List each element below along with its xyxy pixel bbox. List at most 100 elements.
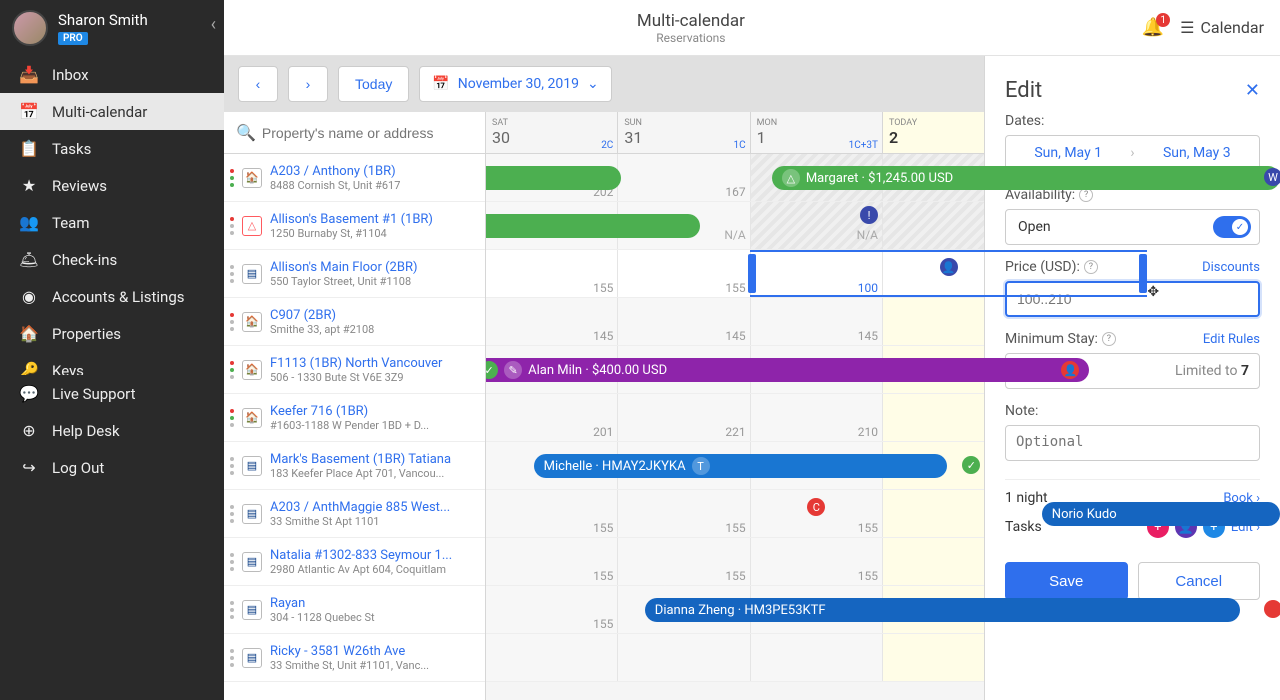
source-icon: 🏠 [242, 312, 262, 332]
selection-handle-right[interactable] [1139, 254, 1147, 293]
reservation-event[interactable]: ✓✎ Alan Miln · $400.00 USD 👤 [486, 358, 1089, 382]
property-address: 2980 Atlantic Av Apt 604, Coquitlam [270, 563, 477, 576]
sidebar-item-team[interactable]: 👥Team [0, 204, 224, 241]
selection-handle-left[interactable] [748, 254, 756, 293]
reservation-event[interactable]: Norio Kudo [1042, 502, 1280, 526]
sidebar-item-live-support[interactable]: 💬Live Support [0, 375, 224, 412]
calendar-cell[interactable]: 155 [618, 250, 750, 297]
drag-grip-icon[interactable]: ✥ [1147, 284, 1159, 300]
notifications-button[interactable]: 🔔1 [1142, 17, 1164, 38]
property-row[interactable]: ▤Rayan304 - 1128 Quebec St [224, 586, 485, 634]
price: 201 [593, 425, 613, 439]
source-icon: ▤ [242, 456, 262, 476]
panel-title: Edit [1005, 78, 1042, 103]
nav-icon: 🛎 [18, 250, 40, 269]
prev-button[interactable]: ‹ [238, 66, 278, 102]
source-icon: ▤ [242, 504, 262, 524]
sidebar-item-keys[interactable]: 🔑Keys [0, 352, 224, 375]
edit-rules-link[interactable]: Edit Rules [1203, 332, 1260, 347]
calendar-cell[interactable]: 221 [618, 394, 750, 441]
sidebar-item-log-out[interactable]: ↪Log Out [0, 449, 224, 486]
note-input[interactable] [1005, 425, 1260, 461]
sidebar-item-help-desk[interactable]: ⊕Help Desk [0, 412, 224, 449]
alert-icon: ! [860, 206, 878, 224]
sidebar-item-properties[interactable]: 🏠Properties [0, 315, 224, 352]
calendar-cell[interactable]: 155 [618, 538, 750, 585]
next-button[interactable]: › [288, 66, 328, 102]
property-row[interactable]: △Allison's Basement #1 (1BR)1250 Burnaby… [224, 202, 485, 250]
cancel-button[interactable]: Cancel [1138, 562, 1261, 600]
sidebar-item-tasks[interactable]: 📋Tasks [0, 130, 224, 167]
calendar-cell[interactable] [751, 634, 883, 681]
source-icon: ▤ [242, 552, 262, 572]
calendar-cell[interactable]: 155 [486, 586, 618, 633]
price: 155 [593, 521, 613, 535]
calendar-cell[interactable]: 155C [751, 490, 883, 537]
property-row[interactable]: ▤Allison's Main Floor (2BR)550 Taylor St… [224, 250, 485, 298]
reservation-event[interactable]: Michelle · HMAY2JKYKA T [534, 454, 947, 478]
nav-icon: 📋 [18, 139, 40, 158]
chevron-down-icon: ⌄ [587, 76, 599, 92]
calendar-cell[interactable]: 145 [618, 298, 750, 345]
calendar-icon: 📅 [432, 76, 449, 92]
sidebar-item-inbox[interactable]: 📥Inbox [0, 56, 224, 93]
calendar-cell[interactable]: 145 [486, 298, 618, 345]
price: 155 [858, 521, 878, 535]
sidebar-item-reviews[interactable]: ★Reviews [0, 167, 224, 204]
availability-toggle[interactable]: ✓ [1213, 216, 1251, 238]
calendar-cell[interactable] [618, 634, 750, 681]
day-header[interactable]: SUN311C [618, 112, 750, 153]
reservation-event[interactable]: Dianna Zheng · HM3PE53KTF [645, 598, 1241, 622]
calendar-cell[interactable]: N/A! [751, 202, 883, 249]
property-row[interactable]: 🏠C907 (2BR)Smithe 33, apt #2108 [224, 298, 485, 346]
calendar-cell[interactable] [486, 634, 618, 681]
calendar-cell[interactable]: 155 [618, 490, 750, 537]
calendar-cell[interactable]: 145 [751, 298, 883, 345]
calendar-cell[interactable]: 155 [486, 490, 618, 537]
property-title: A203 / Anthony (1BR) [270, 164, 477, 179]
calendar-cell[interactable]: 155 [486, 538, 618, 585]
day-header[interactable]: MON11C+3T [751, 112, 883, 153]
sidebar-item-accounts-listings[interactable]: ◉Accounts & Listings [0, 278, 224, 315]
property-row[interactable]: 🏠Keefer 716 (1BR)#1603-1188 W Pender 1BD… [224, 394, 485, 442]
price: 155 [725, 521, 745, 535]
discounts-link[interactable]: Discounts [1202, 260, 1260, 275]
property-address: 506 - 1330 Bute St V6E 3Z9 [270, 371, 477, 384]
help-icon[interactable]: ? [1102, 332, 1116, 346]
property-row[interactable]: 🏠F1113 (1BR) North Vancouver506 - 1330 B… [224, 346, 485, 394]
property-row[interactable]: ▤Mark's Basement (1BR) Tatiana183 Keefer… [224, 442, 485, 490]
calendar-cell[interactable]: 167 [618, 154, 750, 201]
reservation-event[interactable]: △ Margaret · $1,245.00 USD [772, 166, 1280, 190]
close-panel-button[interactable]: ✕ [1245, 80, 1260, 101]
alert-icon [1264, 600, 1280, 618]
calendar-cell[interactable]: 155 [751, 538, 883, 585]
price: 210 [858, 425, 878, 439]
property-address: 183 Keefer Place Apt 701, Vancou... [270, 467, 477, 480]
page-title: Multi-calendar [637, 11, 745, 31]
property-row[interactable]: ▤Natalia #1302-833 Seymour 1...2980 Atla… [224, 538, 485, 586]
help-icon[interactable]: ? [1079, 188, 1093, 202]
source-icon: ▤ [242, 600, 262, 620]
collapse-sidebar-button[interactable]: ‹ [211, 14, 216, 35]
nav-icon: 📅 [18, 102, 40, 121]
save-button[interactable]: Save [1005, 562, 1128, 600]
sidebar-item-check-ins[interactable]: 🛎Check-ins [0, 241, 224, 278]
date-picker[interactable]: 📅 November 30, 2019 ⌄ [419, 66, 611, 102]
calendar-cell[interactable]: 210 [751, 394, 883, 441]
day-header[interactable]: SAT302C [486, 112, 618, 153]
property-row[interactable]: ▤A203 / AnthMaggie 885 West...33 Smithe … [224, 490, 485, 538]
reservation-event[interactable]: ✓ [486, 166, 621, 190]
dates-label: Dates: [1005, 113, 1044, 129]
property-search-input[interactable] [262, 125, 473, 141]
reservation-event[interactable]: ✓ [486, 214, 700, 238]
nav-icon: 🔑 [18, 361, 40, 375]
calendar-cell[interactable]: 155 [486, 250, 618, 297]
price: 145 [858, 329, 878, 343]
nav-icon: ★ [18, 176, 40, 195]
sidebar-item-multi-calendar[interactable]: 📅Multi-calendar [0, 93, 224, 130]
calendar-cell[interactable]: 201 [486, 394, 618, 441]
property-row[interactable]: 🏠A203 / Anthony (1BR)8488 Cornish St, Un… [224, 154, 485, 202]
property-row[interactable]: ▤Ricky - 3581 W26th Ave33 Smithe St, Uni… [224, 634, 485, 682]
calendar-view-button[interactable]: ☰ Calendar [1180, 18, 1264, 37]
today-button[interactable]: Today [338, 66, 409, 102]
